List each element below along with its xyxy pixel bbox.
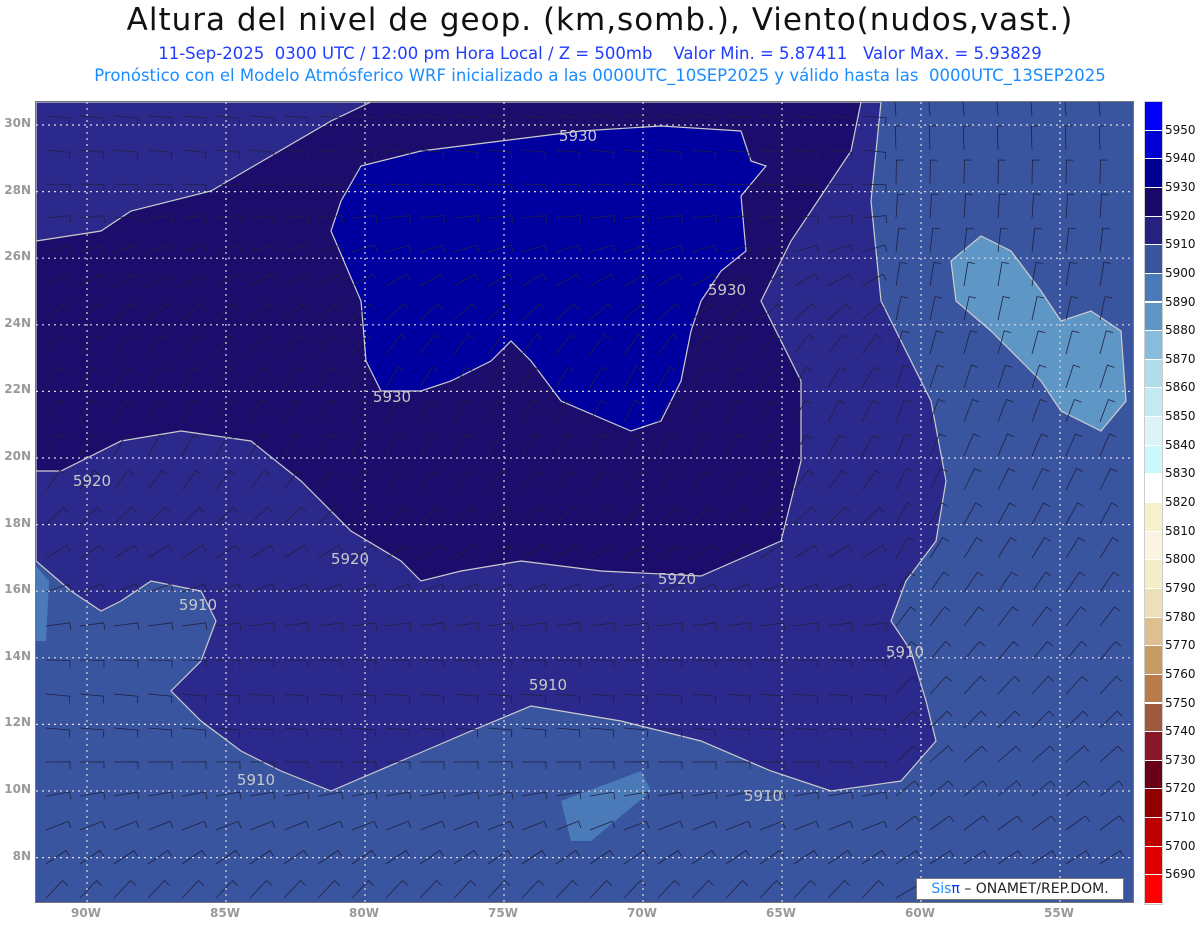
legend-swatch [1145,302,1162,331]
credit-org: – ONAMET/REP.DOM. [964,881,1109,897]
legend-label: 5870 [1165,351,1196,366]
lat-label: 22N [4,382,31,397]
legend-swatch [1145,359,1162,388]
legend-label: 5850 [1165,409,1196,424]
legend-label: 5820 [1165,495,1196,509]
legend-label: 5740 [1165,724,1196,739]
contour-label: 5910 [529,676,567,694]
lat-label: 28N [4,182,31,197]
legend-swatch [1145,216,1162,245]
lat-label: 18N [4,515,31,530]
contour-label: 5910 [744,787,782,805]
geopotential-map: 5930 5930 5930 5920 5920 5920 5910 5910 5910 5910… [35,101,1134,903]
contour-label: 5920 [331,550,369,568]
credit-sis: Sis [931,881,952,897]
legend-label: 5780 [1165,609,1196,624]
legend-label: 5700 [1165,838,1196,853]
legend-swatch [1145,588,1162,617]
legend-swatch [1145,818,1162,846]
legend-swatch [1145,474,1162,502]
legend-swatch [1145,159,1162,187]
legend-label: 5860 [1165,380,1196,395]
legend-swatch [1145,646,1162,674]
lat-label: 14N [4,648,31,663]
legend-label: 5720 [1165,781,1196,796]
legend-swatch [1145,102,1162,130]
lat-label: 8N [12,848,31,863]
legend-swatch [1145,130,1162,159]
legend-swatch [1145,417,1162,445]
lon-label: 90W [71,906,101,920]
legend-swatch [1145,875,1162,903]
legend-swatch [1145,760,1162,789]
legend-label: 5920 [1165,208,1196,223]
legend-label: 5880 [1165,323,1196,338]
map-subtitle: 11-Sep-2025 0300 UTC / 12:00 pm Hora Loc… [158,44,1042,63]
lat-label: 16N [4,582,31,597]
legend-swatch [1145,187,1162,216]
contour-label: 5930 [708,281,746,299]
legend-swatch [1145,503,1162,531]
legend-swatch [1145,273,1162,302]
legend-label: 5790 [1165,580,1196,595]
legend-label: 5910 [1165,237,1196,252]
legend-swatch [1145,531,1162,560]
legend-swatch [1145,789,1162,818]
lon-label: 80W [349,906,379,920]
legend-swatch [1145,560,1162,588]
lat-label: 10N [4,782,31,796]
color-legend [1144,101,1163,905]
contour-label: 5910 [886,643,924,661]
lon-label: 65W [766,906,796,920]
lat-label: 24N [4,315,31,330]
legend-label: 5930 [1165,179,1196,194]
legend-label: 5950 [1165,122,1196,137]
credit-pi: π [951,881,960,897]
contour-label: 5910 [237,771,275,789]
legend-label: 5810 [1165,523,1196,538]
legend-swatch [1145,732,1162,760]
lat-label: 30N [4,116,31,130]
legend-label: 5730 [1165,752,1196,767]
legend-swatch [1145,445,1162,474]
legend-label: 5940 [1165,151,1196,166]
lon-label: 55W [1044,906,1074,920]
legend-label: 5900 [1165,265,1196,280]
legend-swatch [1145,703,1162,732]
contour-label: 5920 [73,472,111,490]
legend-swatch [1145,388,1162,417]
legend-swatch [1145,846,1162,875]
lon-label: 70W [627,906,657,920]
lon-label: 85W [210,906,240,920]
legend-swatch [1145,674,1162,703]
contour-label: 5930 [373,388,411,406]
legend-label: 5710 [1165,810,1196,825]
legend-swatch [1145,331,1162,359]
lon-label: 75W [488,906,518,920]
contour-label: 5930 [559,127,597,145]
legend-label: 5830 [1165,466,1196,481]
legend-swatch [1145,617,1162,646]
legend-swatch [1145,245,1162,273]
contour-label: 5920 [658,570,696,588]
contour-label: 5910 [179,596,217,614]
legend-label: 5690 [1165,867,1196,882]
lat-label: 26N [4,249,31,264]
legend-label: 5890 [1165,294,1196,309]
credit-box: Sisπ – ONAMET/REP.DOM. [916,878,1124,900]
lon-label: 60W [905,906,935,920]
legend-label: 5760 [1165,666,1196,681]
legend-label: 5770 [1165,638,1196,653]
legend-label: 5840 [1165,437,1196,452]
lat-label: 20N [4,449,31,463]
lat-label: 12N [4,715,31,730]
legend-label: 5750 [1165,695,1196,710]
forecast-info: Pronóstico con el Modelo Atmósferico WRF… [94,66,1106,85]
legend-label: 5800 [1165,552,1196,567]
map-title: Altura del nivel de geop. (km,somb.), Vi… [126,2,1074,38]
